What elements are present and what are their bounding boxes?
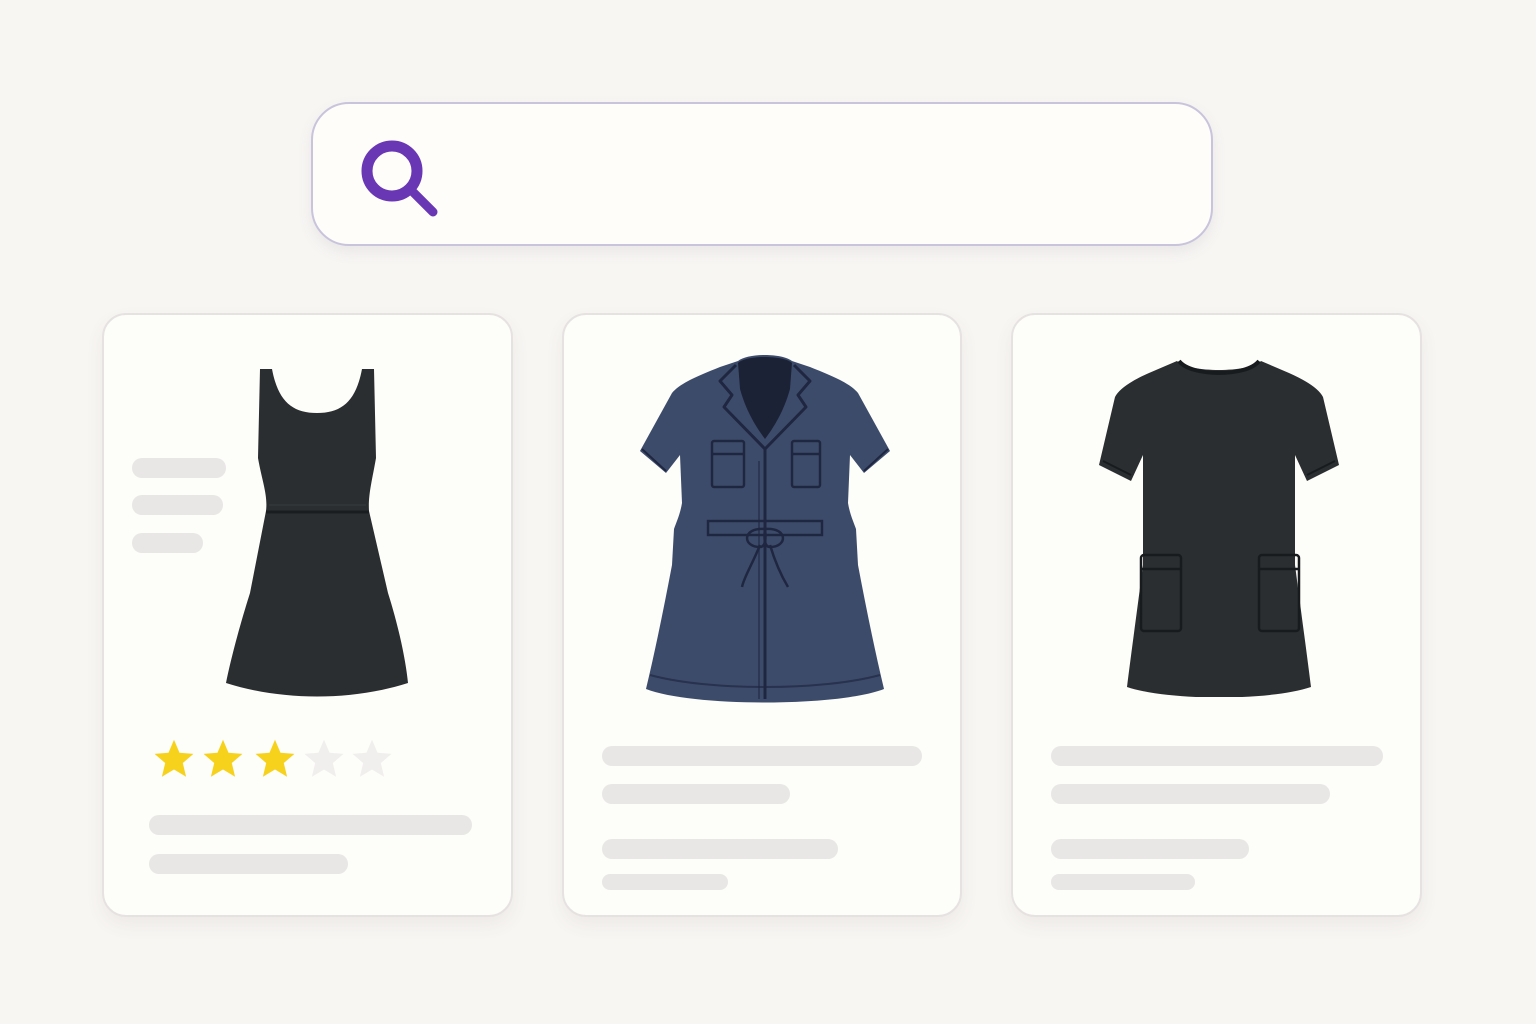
skeleton-line <box>602 874 728 890</box>
product-card-2[interactable] <box>562 313 962 917</box>
skeleton-line <box>602 784 790 804</box>
skeleton-line <box>1051 784 1330 804</box>
product-card-3[interactable] <box>1011 313 1422 917</box>
skeleton-line <box>1051 746 1383 766</box>
star-icon <box>203 739 243 777</box>
product-card-1[interactable] <box>102 313 513 917</box>
tshirt-dress-icon <box>1099 359 1339 697</box>
skeleton-line <box>132 458 226 478</box>
skeleton-line <box>149 854 348 874</box>
skeleton-line <box>1051 839 1249 859</box>
search-icon[interactable] <box>355 134 445 224</box>
star-empty-icon <box>352 739 392 777</box>
search-bar[interactable] <box>311 102 1213 246</box>
star-icon <box>255 739 295 777</box>
skeleton-line <box>132 495 223 515</box>
skeleton-line <box>602 746 922 766</box>
skeleton-line <box>1051 874 1195 890</box>
sleeveless-dress-icon <box>226 369 408 697</box>
skeleton-line <box>149 815 472 835</box>
shirt-dress-icon <box>640 355 890 703</box>
skeleton-line <box>132 533 203 553</box>
skeleton-line <box>602 839 838 859</box>
star-empty-icon <box>304 739 344 777</box>
star-icon <box>154 739 194 777</box>
search-input[interactable] <box>463 144 1167 208</box>
